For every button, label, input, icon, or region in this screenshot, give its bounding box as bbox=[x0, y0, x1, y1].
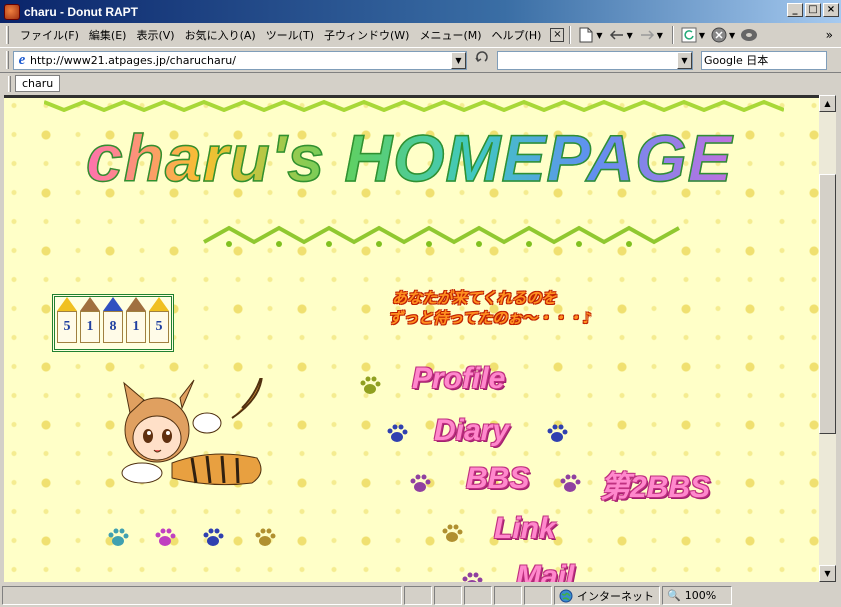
donut-app-icon[interactable] bbox=[4, 3, 20, 20]
menu-favorites[interactable]: お気に入り(A) bbox=[180, 25, 261, 45]
paw-print-icon bbox=[442, 524, 463, 542]
counter-crayon: 1 bbox=[126, 297, 146, 345]
vertical-scrollbar[interactable]: ▲ ▼ bbox=[819, 95, 836, 582]
paw-print-icon bbox=[547, 424, 568, 442]
maximize-button[interactable]: □ bbox=[805, 3, 821, 17]
counter-crayon: 1 bbox=[80, 297, 100, 345]
status-cell bbox=[494, 586, 522, 605]
toolbar-separator bbox=[569, 26, 572, 44]
window-title: charu - Donut RAPT bbox=[24, 4, 138, 19]
minimize-button[interactable]: _ bbox=[787, 3, 803, 17]
title-bar: charu - Donut RAPT _ □ × bbox=[0, 0, 841, 23]
nav-bbs2-link[interactable]: 第2BBS bbox=[600, 462, 710, 506]
go-icon[interactable] bbox=[471, 50, 493, 70]
counter-digit: 1 bbox=[126, 311, 146, 343]
zoom-cell[interactable]: 🔍 100% bbox=[662, 586, 732, 605]
paw-print-icon bbox=[155, 528, 176, 546]
paw-print-icon bbox=[108, 528, 129, 546]
stop-dropdown-icon[interactable]: ▼ bbox=[729, 31, 735, 40]
scroll-up-button[interactable]: ▲ bbox=[819, 95, 836, 112]
nav-link-link[interactable]: Link bbox=[494, 512, 556, 546]
access-counter: 5 1 8 1 5 bbox=[52, 294, 174, 352]
page-viewport: charu's HOMEPAGE 5 1 8 1 5 あなたが来てくれるのを ず… bbox=[4, 95, 819, 582]
tab-bar: charu bbox=[0, 72, 841, 94]
security-zone-cell: インターネット bbox=[554, 586, 660, 605]
address-bar: e ▼ ▼ Google 日本 bbox=[0, 48, 841, 72]
counter-digit: 5 bbox=[57, 311, 77, 343]
back-arrow-icon[interactable] bbox=[607, 25, 627, 45]
cat-girl-illustration bbox=[121, 378, 263, 486]
status-cell bbox=[524, 586, 552, 605]
welcome-line-2: ずっと待ってたのぉ～・・・♪ bbox=[388, 309, 592, 327]
new-page-dropdown-icon[interactable]: ▼ bbox=[596, 31, 602, 40]
counter-digit: 5 bbox=[149, 311, 169, 343]
address-field[interactable]: e ▼ bbox=[13, 50, 467, 70]
zigzag-divider bbox=[203, 225, 680, 247]
url-input[interactable] bbox=[30, 52, 451, 68]
page-title: charu's HOMEPAGE bbox=[85, 120, 733, 196]
nav-mail-link[interactable]: Mail bbox=[516, 560, 574, 582]
new-page-icon[interactable] bbox=[576, 25, 596, 45]
address-dropdown-button[interactable]: ▼ bbox=[451, 51, 466, 69]
paw-print-icon bbox=[462, 572, 483, 582]
tabbar-grip[interactable] bbox=[8, 75, 11, 92]
scroll-thumb[interactable] bbox=[819, 174, 836, 434]
toolbar-chevron-icon[interactable]: » bbox=[826, 28, 833, 42]
paw-print-icon bbox=[255, 528, 276, 546]
menu-file[interactable]: ファイル(F) bbox=[15, 25, 84, 45]
search-dropdown-button[interactable]: ▼ bbox=[677, 51, 692, 69]
menu-bar: ファイル(F) 編集(E) 表示(V) お気に入り(A) ツール(T) 子ウィン… bbox=[0, 23, 841, 48]
menu-child-window[interactable]: 子ウィンドウ(W) bbox=[319, 25, 414, 45]
forward-arrow-icon[interactable] bbox=[637, 25, 657, 45]
addressbar-grip[interactable] bbox=[6, 51, 9, 69]
menu-view[interactable]: 表示(V) bbox=[131, 25, 179, 45]
paw-print-icon bbox=[410, 474, 431, 492]
zoom-level: 100% bbox=[684, 589, 717, 602]
search-engine-selector[interactable]: Google 日本 bbox=[701, 50, 827, 70]
nav-diary-link[interactable]: Diary bbox=[434, 414, 509, 448]
refresh-dropdown-icon[interactable]: ▼ bbox=[699, 31, 705, 40]
refresh-icon[interactable] bbox=[679, 25, 699, 45]
zigzag-border-top bbox=[44, 99, 784, 112]
menu-edit[interactable]: 編集(E) bbox=[84, 25, 132, 45]
search-field[interactable]: ▼ bbox=[497, 50, 693, 70]
status-cell bbox=[464, 586, 492, 605]
paw-print-icon bbox=[203, 528, 224, 546]
welcome-message: あなたが来てくれるのを ずっと待ってたのぉ～・・・♪ bbox=[388, 288, 592, 328]
counter-crayon: 5 bbox=[149, 297, 169, 345]
stop-icon[interactable] bbox=[709, 25, 729, 45]
scroll-down-button[interactable]: ▼ bbox=[819, 565, 836, 582]
toolbar-separator bbox=[671, 26, 674, 44]
forward-dropdown-icon[interactable]: ▼ bbox=[657, 31, 663, 40]
menu-menu[interactable]: メニュー(M) bbox=[414, 25, 486, 45]
paw-print-icon bbox=[360, 376, 381, 394]
menu-help[interactable]: ヘルプ(H) bbox=[487, 25, 547, 45]
ie-page-icon: e bbox=[18, 52, 26, 68]
counter-crayon: 5 bbox=[57, 297, 77, 345]
globe-icon bbox=[559, 589, 573, 602]
status-cell bbox=[404, 586, 432, 605]
paw-print-icon bbox=[387, 424, 408, 442]
welcome-line-1: あなたが来てくれるのを bbox=[392, 289, 557, 307]
paw-print-icon bbox=[560, 474, 581, 492]
status-text-cell bbox=[2, 586, 402, 605]
zoom-icon: 🔍 bbox=[667, 589, 681, 602]
close-tab-button[interactable]: × bbox=[550, 28, 565, 42]
menubar-grip[interactable] bbox=[6, 26, 9, 44]
security-zone-label: インターネット bbox=[577, 589, 654, 603]
menu-tools[interactable]: ツール(T) bbox=[261, 25, 319, 45]
back-dropdown-icon[interactable]: ▼ bbox=[627, 31, 633, 40]
nav-bbs-link[interactable]: BBS bbox=[466, 462, 529, 496]
counter-digit: 1 bbox=[80, 311, 100, 343]
donut-icon[interactable] bbox=[739, 25, 759, 45]
tab-charu[interactable]: charu bbox=[15, 75, 61, 92]
counter-digit: 8 bbox=[103, 311, 123, 343]
nav-profile-link[interactable]: Profile bbox=[412, 362, 505, 396]
close-button[interactable]: × bbox=[823, 3, 839, 17]
counter-crayon: 8 bbox=[103, 297, 123, 345]
status-cell bbox=[434, 586, 462, 605]
status-bar: インターネット 🔍 100% bbox=[0, 584, 841, 607]
